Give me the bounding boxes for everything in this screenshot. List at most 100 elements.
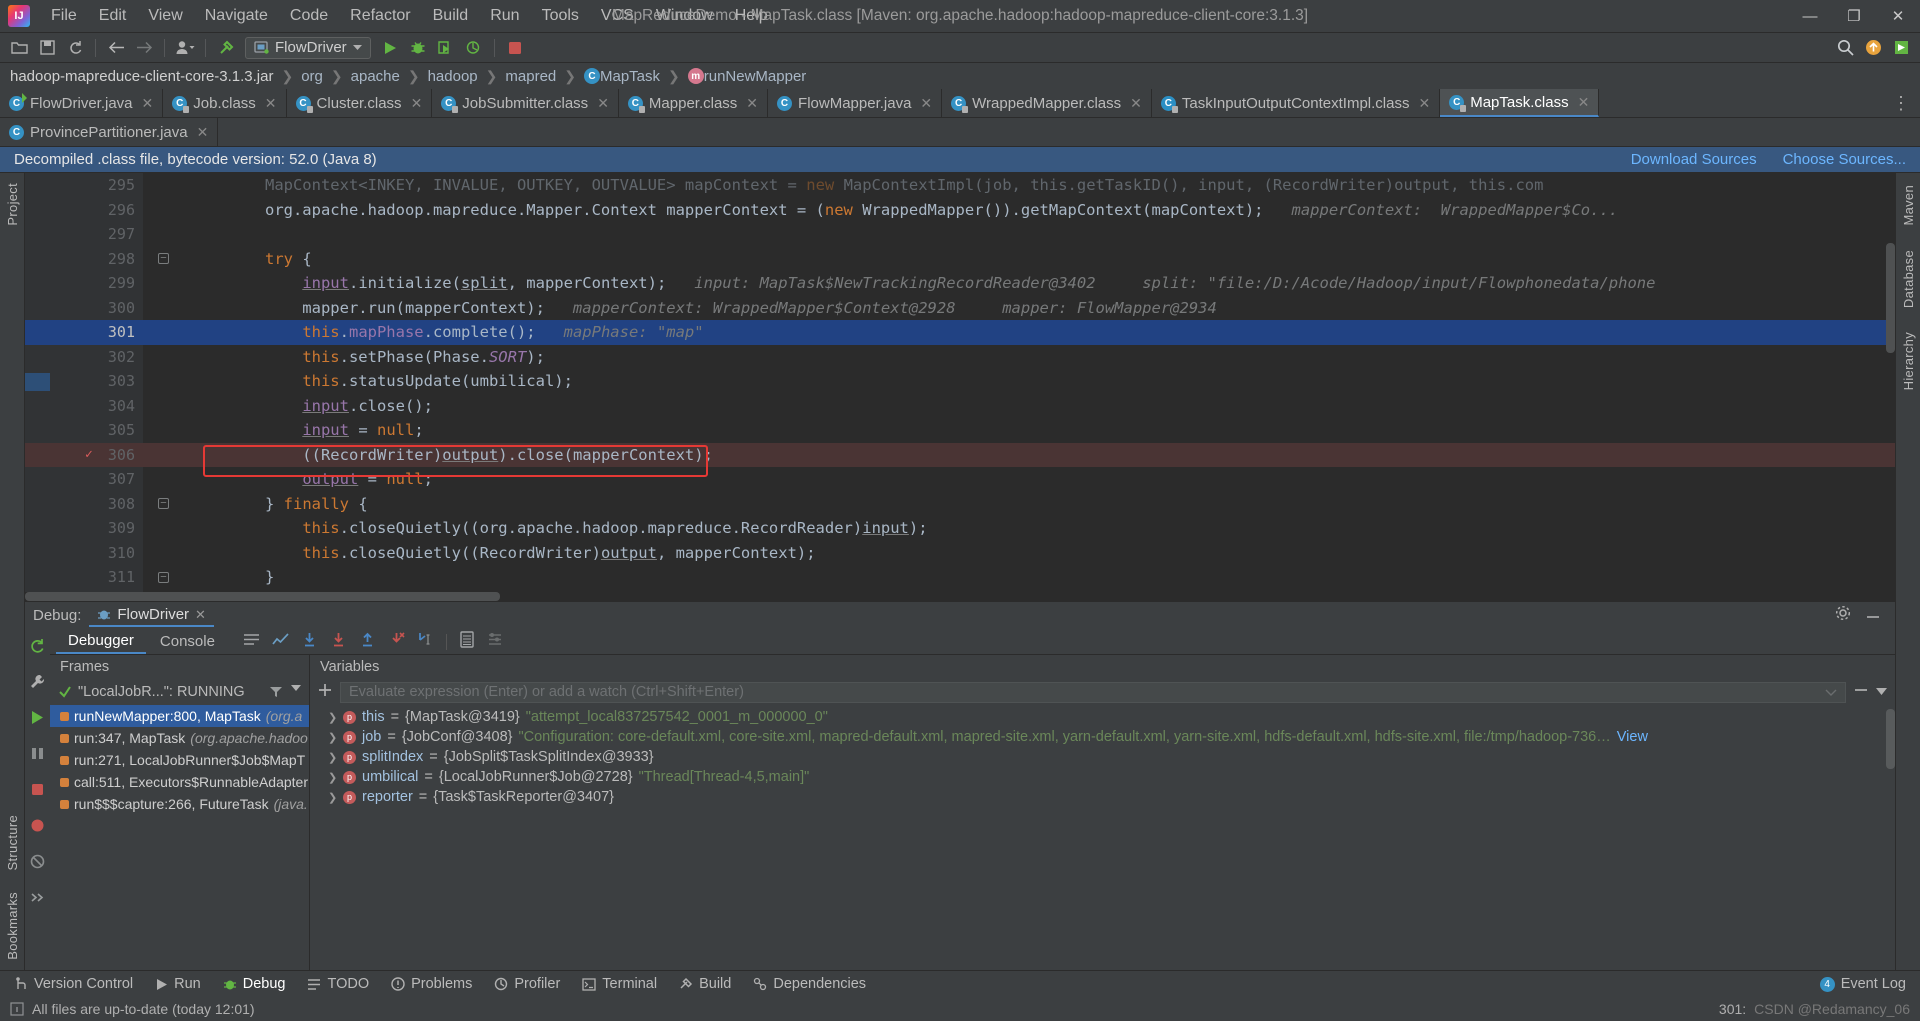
open-folder-icon[interactable]: [6, 36, 32, 60]
editor-tab-jobsubmitter[interactable]: C JobSubmitter.class ✕: [432, 89, 619, 117]
code-line[interactable]: this .statusUpdate(umbilical);: [143, 369, 1895, 394]
step-into-icon[interactable]: [330, 631, 347, 653]
code-line[interactable]: org.apache.hadoop.mapreduce.Mapper.Conte…: [143, 198, 1895, 223]
breadcrumb-item-jar[interactable]: hadoop-mapreduce-client-core-3.1.3.jar: [10, 68, 273, 85]
menu-item-help[interactable]: Help: [724, 3, 779, 29]
hammer-icon[interactable]: [213, 36, 239, 60]
status-item-terminal[interactable]: Terminal: [572, 974, 667, 994]
code-line[interactable]: input .initialize(split, mapperContext); …: [143, 271, 1895, 296]
tool-window-structure[interactable]: Structure: [5, 809, 20, 876]
user-icon[interactable]: [172, 36, 198, 60]
tab-overflow-menu-icon[interactable]: ⋮: [1882, 89, 1920, 117]
close-icon[interactable]: ✕: [142, 95, 154, 112]
code-line[interactable]: input .close();: [143, 394, 1895, 419]
view-breakpoints-icon[interactable]: [29, 817, 46, 839]
frame-item[interactable]: run$$$capture:266, FutureTask (java.: [50, 793, 309, 815]
minimize-icon[interactable]: [1865, 605, 1881, 626]
variable-row[interactable]: ❯ p splitIndex = {JobSplit$TaskSplitIndex@…: [310, 747, 1886, 767]
close-icon[interactable]: ✕: [1578, 94, 1590, 111]
expand-arrow-icon[interactable]: ❯: [328, 751, 337, 764]
code-editor[interactable]: 295 296 297 298–299 300 301 302 303 304 305 306 ✓ 30…: [25, 173, 1895, 601]
maximize-button[interactable]: ❐: [1832, 0, 1876, 32]
code-line[interactable]: input = null;: [143, 418, 1895, 443]
debug-icon[interactable]: [405, 36, 431, 60]
close-icon[interactable]: ✕: [1418, 95, 1430, 112]
editor-tab-cluster[interactable]: C Cluster.class ✕: [287, 89, 433, 117]
status-item-run[interactable]: Run: [145, 974, 211, 994]
coverage-icon[interactable]: [433, 36, 459, 60]
caret-position[interactable]: 301:: [1719, 1001, 1746, 1017]
tool-window-database[interactable]: Database: [1901, 244, 1916, 314]
menu-item-edit[interactable]: Edit: [88, 3, 138, 29]
tab-debugger[interactable]: Debugger: [56, 629, 146, 654]
editor-tab-taskinputoutputcontextimpl[interactable]: C TaskInputOutputContextImpl.class ✕: [1152, 89, 1441, 117]
editor-tab-maptask[interactable]: C MapTask.class ✕: [1440, 89, 1600, 117]
menu-item-code[interactable]: Code: [279, 3, 339, 29]
editor-tab-flowdriver[interactable]: C FlowDriver.java ✕: [0, 89, 164, 117]
stop-session-icon[interactable]: [29, 781, 46, 803]
wrench-icon[interactable]: [29, 673, 46, 695]
editor-horizontal-scrollbar[interactable]: [25, 592, 1895, 601]
status-item-profiler[interactable]: Profiler: [484, 974, 570, 994]
close-icon[interactable]: ✕: [597, 95, 609, 112]
status-item-todo[interactable]: TODO: [297, 974, 379, 994]
close-icon[interactable]: ✕: [746, 95, 758, 112]
force-step-into-icon[interactable]: [388, 631, 405, 653]
close-icon[interactable]: ✕: [920, 95, 932, 112]
save-icon[interactable]: [34, 36, 60, 60]
status-item-version-control[interactable]: Version Control: [4, 974, 143, 994]
code-line[interactable]: mapper.run(mapperContext); mapperContext…: [143, 296, 1895, 321]
menu-item-refactor[interactable]: Refactor: [339, 3, 421, 29]
status-item-dependencies[interactable]: Dependencies: [743, 974, 876, 994]
debug-session-tab[interactable]: FlowDriver ✕: [89, 604, 214, 627]
code-line[interactable]: } finally {: [143, 492, 1895, 517]
forward-arrow-icon[interactable]: [131, 36, 157, 60]
close-button[interactable]: ✕: [1876, 0, 1920, 32]
menu-item-file[interactable]: File: [40, 3, 88, 29]
ide-icon[interactable]: [1888, 36, 1914, 60]
tool-window-maven[interactable]: Maven: [1901, 179, 1916, 232]
chart-icon[interactable]: [272, 632, 289, 652]
plus-icon[interactable]: [318, 683, 332, 702]
variables-scrollbar[interactable]: [1886, 705, 1895, 970]
close-icon[interactable]: ✕: [195, 607, 206, 623]
view-value-link[interactable]: View: [1617, 729, 1648, 745]
menu-item-run[interactable]: Run: [479, 3, 530, 29]
code-line[interactable]: [143, 222, 1895, 247]
breadcrumb-item-mapred[interactable]: mapred: [505, 68, 556, 85]
run-configuration-selector[interactable]: FlowDriver: [245, 36, 371, 59]
variable-row[interactable]: ❯ p job = {JobConf@3408} "Configuration: c…: [310, 727, 1886, 747]
variable-row[interactable]: ❯ p this = {MapTask@3419} "attempt_local83…: [310, 707, 1886, 727]
rerun-icon[interactable]: [29, 637, 46, 659]
menu-item-navigate[interactable]: Navigate: [194, 3, 279, 29]
step-out-icon[interactable]: [359, 631, 376, 653]
run-icon[interactable]: [377, 36, 403, 60]
editor-vertical-scrollbar[interactable]: [1886, 173, 1895, 601]
minimize-button[interactable]: —: [1788, 0, 1832, 32]
frame-item[interactable]: run:347, MapTask (org.apache.hadoo: [50, 727, 309, 749]
breadcrumb-item-apache[interactable]: apache: [351, 68, 400, 85]
code-line[interactable]: try {: [143, 247, 1895, 272]
expand-arrow-icon[interactable]: ❯: [328, 791, 337, 804]
status-item-debug[interactable]: Debug: [213, 974, 296, 994]
code-line[interactable]: MapContext<INKEY, INVALUE, OUTKEY, OUTVA…: [143, 173, 1895, 198]
tool-window-project[interactable]: Project: [5, 177, 20, 232]
chevron-down-icon[interactable]: [1876, 683, 1887, 701]
close-icon[interactable]: ✕: [197, 124, 209, 141]
run-to-cursor-icon[interactable]: [417, 631, 434, 653]
menu-item-window[interactable]: Window: [645, 3, 724, 29]
choose-sources-link[interactable]: Choose Sources...: [1783, 151, 1906, 168]
menu-item-build[interactable]: Build: [422, 3, 480, 29]
editor-tab-flowmapper[interactable]: C FlowMapper.java ✕: [768, 89, 943, 117]
sync-icon[interactable]: [62, 36, 88, 60]
expand-arrow-icon[interactable]: ❯: [328, 731, 337, 744]
code-line[interactable]: this. mapPhase .complete(); mapPhase: "map…: [143, 320, 1895, 345]
frame-item[interactable]: runNewMapper:800, MapTask (org.a: [50, 705, 309, 727]
close-icon[interactable]: ✕: [411, 95, 423, 112]
breadcrumb-item-maptask[interactable]: MapTask: [600, 68, 660, 85]
close-icon[interactable]: ✕: [1130, 95, 1142, 112]
breadcrumb-item-hadoop[interactable]: hadoop: [428, 68, 478, 85]
download-sources-link[interactable]: Download Sources: [1631, 151, 1757, 168]
menu-item-view[interactable]: View: [137, 3, 193, 29]
thread-selector[interactable]: "LocalJobR...": RUNNING: [50, 679, 309, 705]
